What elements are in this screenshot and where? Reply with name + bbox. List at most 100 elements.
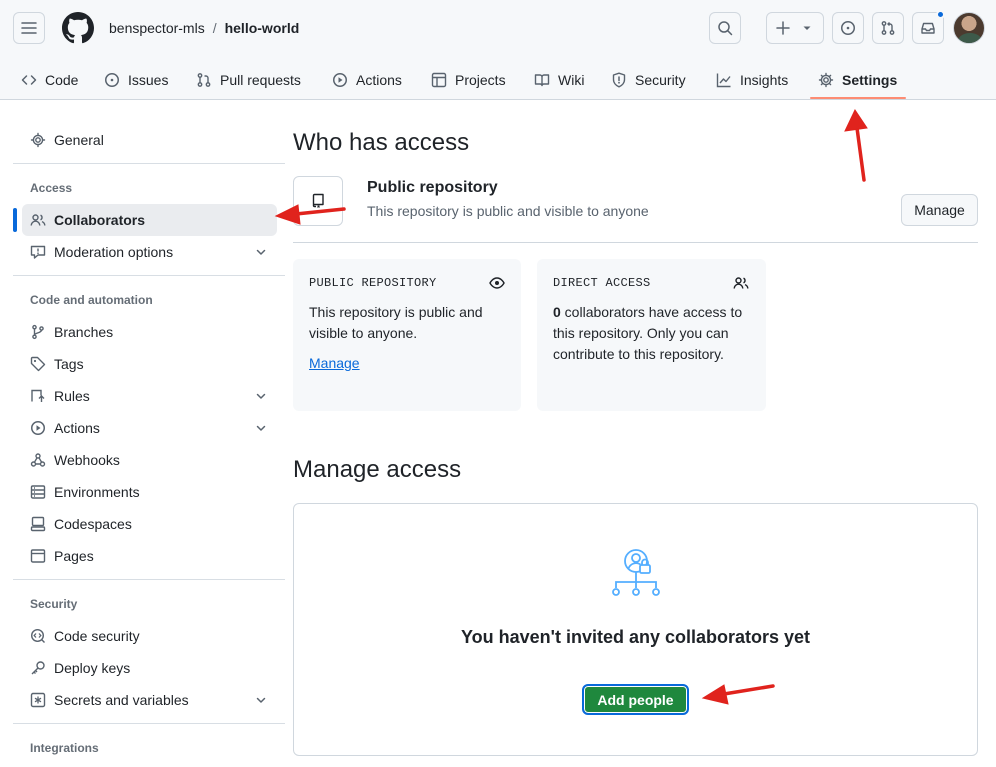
chevron-down-icon xyxy=(256,425,266,431)
shield-icon xyxy=(612,72,626,88)
tab-issues[interactable]: Issues xyxy=(96,60,176,100)
sidebar-item-branches[interactable]: Branches xyxy=(22,316,277,348)
play-icon xyxy=(31,421,45,435)
chevron-down-icon xyxy=(256,697,266,703)
sidebar-item-pages[interactable]: Pages xyxy=(22,540,277,572)
tag-icon xyxy=(30,356,46,372)
triangle-down-icon xyxy=(803,26,811,30)
sidebar-item-general[interactable]: General xyxy=(22,124,277,156)
breadcrumb-repo[interactable]: hello-world xyxy=(225,19,300,37)
tab-pull-requests[interactable]: Pull requests xyxy=(188,60,309,100)
sidebar-item-label: Branches xyxy=(54,324,114,340)
tab-label: Projects xyxy=(455,72,506,88)
app-header: benspector-mls / hello-world Code Issues… xyxy=(0,0,996,100)
card-label: DIRECT ACCESS xyxy=(553,276,651,290)
issue-icon xyxy=(105,73,119,87)
visibility-title: Public repository xyxy=(367,179,498,196)
manage-access-title: Manage access xyxy=(293,456,462,483)
sidebar-item-label: Rules xyxy=(54,388,90,404)
sidebar-item-label: Moderation options xyxy=(54,244,174,260)
chevron-down-icon xyxy=(256,249,266,255)
github-logo-icon[interactable] xyxy=(62,12,94,44)
sidebar-item-rules[interactable]: Rules xyxy=(22,380,277,412)
breadcrumb: benspector-mls / hello-world xyxy=(109,19,299,37)
sidebar-item-label: Pages xyxy=(54,548,94,564)
sidebar-item-label: Tags xyxy=(54,356,84,372)
sidebar-item-deploy-keys[interactable]: Deploy keys xyxy=(22,652,277,684)
pull-request-icon xyxy=(881,21,895,35)
code-icon xyxy=(21,75,37,85)
card-body: 0 collaborators have access to this repo… xyxy=(553,302,753,365)
issue-icon xyxy=(841,21,855,35)
asterisk-icon xyxy=(30,692,46,708)
tab-label: Actions xyxy=(356,72,402,88)
sidebar-item-label: Secrets and variables xyxy=(54,692,189,708)
sidebar-heading-security: Security xyxy=(30,597,78,611)
sidebar-item-webhooks[interactable]: Webhooks xyxy=(22,444,277,476)
tab-security[interactable]: Security xyxy=(603,60,694,100)
report-icon xyxy=(30,245,46,259)
sidebar-item-collaborators[interactable]: Collaborators xyxy=(22,204,277,236)
breadcrumb-separator: / xyxy=(212,20,217,36)
tab-insights[interactable]: Insights xyxy=(708,60,796,100)
tab-projects[interactable]: Projects xyxy=(423,60,514,100)
sidebar-item-secrets-variables[interactable]: Secrets and variables xyxy=(22,684,277,716)
breadcrumb-owner[interactable]: benspector-mls xyxy=(109,19,205,37)
sidebar-heading-integrations: Integrations xyxy=(30,741,99,755)
create-new-button[interactable] xyxy=(766,12,824,44)
sidebar-item-label: Actions xyxy=(54,420,100,436)
sidebar-divider xyxy=(13,275,285,276)
card-body-text: collaborators have access to this reposi… xyxy=(553,304,743,362)
public-repository-card: PUBLIC REPOSITORY This repository is pub… xyxy=(293,259,521,411)
sidebar-item-tags[interactable]: Tags xyxy=(22,348,277,380)
empty-state-title: You haven't invited any collaborators ye… xyxy=(460,627,811,647)
pull-requests-button[interactable] xyxy=(872,12,904,44)
plus-icon xyxy=(776,21,790,35)
tab-code[interactable]: Code xyxy=(13,60,86,100)
tab-label: Settings xyxy=(842,72,898,88)
tab-label: Wiki xyxy=(558,72,585,88)
people-icon xyxy=(733,277,749,289)
inbox-icon xyxy=(921,22,935,34)
codescan-icon xyxy=(30,628,45,643)
tab-actions[interactable]: Actions xyxy=(324,60,410,100)
gear-icon xyxy=(818,72,834,88)
menu-button[interactable] xyxy=(13,12,45,44)
eye-icon xyxy=(489,277,505,289)
tab-label: Security xyxy=(635,72,686,88)
tab-label: Insights xyxy=(740,72,789,88)
sidebar-divider xyxy=(13,723,285,724)
notification-dot xyxy=(936,10,945,19)
active-tab-indicator xyxy=(810,97,906,99)
tab-wiki[interactable]: Wiki xyxy=(526,60,592,100)
sidebar-divider xyxy=(13,163,285,164)
sidebar-item-code-security[interactable]: Code security xyxy=(22,620,277,652)
sidebar-item-codespaces[interactable]: Codespaces xyxy=(22,508,277,540)
webhook-icon xyxy=(30,453,46,467)
who-has-access-title: Who has access xyxy=(293,129,470,156)
sidebar-item-label: Webhooks xyxy=(54,452,120,468)
sidebar-item-environments[interactable]: Environments xyxy=(22,476,277,508)
people-lock-icon xyxy=(612,549,660,596)
issues-button[interactable] xyxy=(832,12,864,44)
sidebar-item-actions[interactable]: Actions xyxy=(22,412,277,444)
tab-settings[interactable]: Settings xyxy=(810,60,905,100)
direct-access-card: DIRECT ACCESS 0 collaborators have acces… xyxy=(537,259,766,411)
avatar[interactable] xyxy=(953,12,985,44)
pull-request-icon xyxy=(197,73,211,87)
people-icon xyxy=(30,214,46,226)
graph-icon xyxy=(716,73,731,88)
sidebar-item-label: General xyxy=(54,132,104,148)
manage-visibility-button[interactable]: Manage xyxy=(901,194,978,226)
sidebar-item-label: Environments xyxy=(54,484,140,500)
sidebar-item-moderation-options[interactable]: Moderation options xyxy=(22,236,277,268)
browser-icon xyxy=(30,549,46,563)
tab-label: Issues xyxy=(128,72,169,88)
search-button[interactable] xyxy=(709,12,741,44)
add-people-button[interactable]: Add people xyxy=(582,684,689,715)
sidebar-heading-access: Access xyxy=(30,181,73,195)
visibility-subtitle: This repository is public and visible to… xyxy=(367,203,649,219)
manage-link[interactable]: Manage xyxy=(309,355,360,371)
tab-label: Pull requests xyxy=(220,72,301,88)
branch-icon xyxy=(32,324,44,340)
